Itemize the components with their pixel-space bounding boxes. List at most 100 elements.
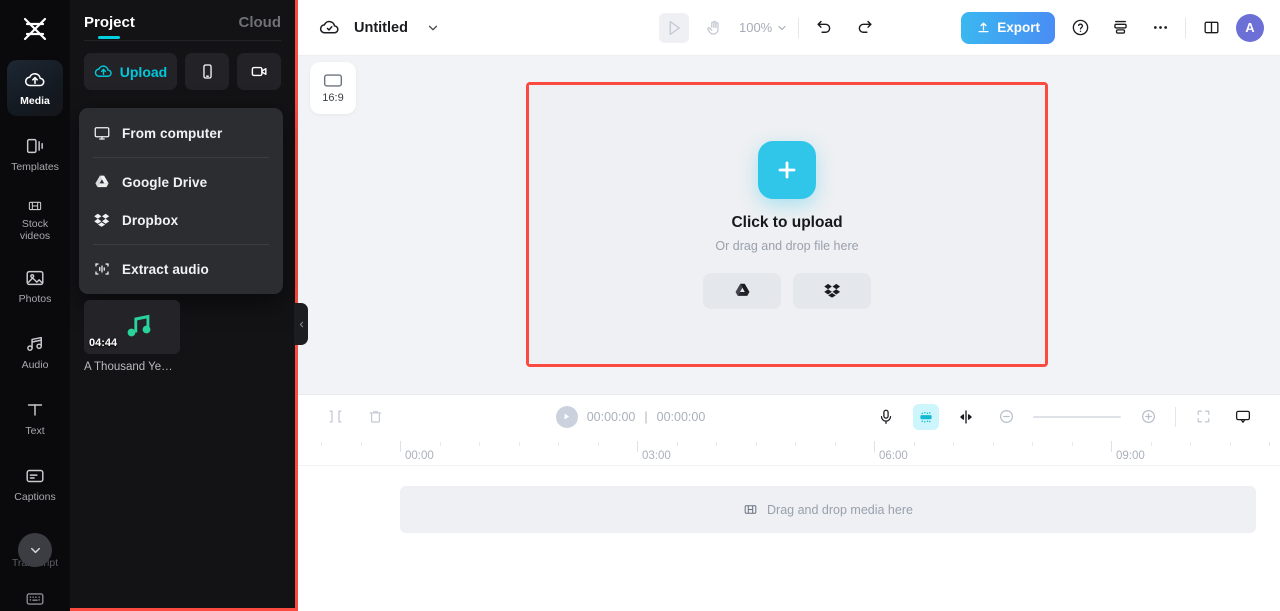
ruler-tick [677, 442, 678, 446]
plus-circle-icon [1141, 410, 1155, 423]
dropdown-divider [93, 244, 269, 245]
zoom-in-button[interactable] [1135, 404, 1161, 430]
ellipsis-icon [1153, 26, 1167, 29]
upload-title: Click to upload [731, 213, 843, 231]
sidebar-item-label: Media [20, 94, 50, 107]
media-drop-track[interactable]: Drag and drop media here [400, 486, 1256, 533]
upload-dropzone[interactable]: Click to upload Or drag and drop file he… [529, 85, 1045, 364]
upload-button-label: Upload [119, 63, 168, 80]
timeline-ruler[interactable]: 00:00 03:00 06:00 09:00 [298, 438, 1280, 466]
dropbox-icon [823, 283, 840, 298]
add-media-button[interactable] [758, 140, 816, 199]
sidebar-item-audio[interactable]: Audio [7, 324, 63, 380]
timeline-toolbar: 00:00:00 | 00:00:00 [298, 395, 1280, 438]
cloud-check-icon [319, 20, 338, 34]
media-panel: Project Cloud Upload From computer Googl… [70, 0, 298, 611]
ruler-tick [756, 442, 757, 446]
ruler-tick [1072, 442, 1073, 446]
upload-actions-row: Upload [70, 41, 295, 90]
sidebar-item-templates[interactable]: Templates [7, 126, 63, 182]
avatar[interactable]: A [1236, 13, 1264, 42]
select-tool-button[interactable] [658, 12, 689, 43]
ruler-tick [1269, 442, 1270, 446]
tab-project[interactable]: Project [84, 14, 135, 40]
record-voiceover-button[interactable] [873, 404, 899, 430]
captions-icon [26, 469, 44, 483]
panel-collapse-handle[interactable] [294, 303, 308, 345]
trash-icon [369, 411, 381, 423]
aspect-ratio-button[interactable]: 16:9 [310, 62, 356, 114]
play-button[interactable] [555, 405, 578, 428]
ruler-tick [361, 442, 362, 446]
current-time: 00:00:00 [586, 409, 636, 424]
sidebar-item-captions[interactable]: Captions [7, 456, 63, 512]
upload-subtitle: Or drag and drop file here [715, 238, 859, 253]
google-drive-button[interactable] [703, 272, 781, 309]
media-thumbnail[interactable]: 04:44 [84, 300, 180, 354]
page-title: Untitled [354, 19, 408, 36]
drop-track-label: Drag and drop media here [767, 502, 913, 517]
zoom-level-label: 100% [738, 20, 773, 35]
split-clip-icon [329, 410, 341, 423]
capcut-editor: Media Templates Stock videos Photos Audi… [0, 0, 1280, 611]
tab-cloud[interactable]: Cloud [239, 14, 282, 40]
dropbox-icon [94, 213, 110, 227]
sidebar-item-label: Photos [18, 292, 52, 305]
chevron-left-icon [299, 321, 303, 327]
microphone-icon [880, 409, 892, 424]
sidebar-item-text[interactable]: Text [7, 390, 63, 446]
more-options-button[interactable] [1145, 13, 1175, 43]
zoom-level-control[interactable]: 100% [739, 20, 788, 35]
dropdown-item-extract-audio[interactable]: Extract audio [79, 250, 283, 288]
keyboard-icon [26, 593, 44, 605]
chevron-down-icon [30, 547, 40, 553]
delete-button[interactable] [362, 404, 388, 430]
ruler-tick [1190, 442, 1191, 446]
upload-button[interactable]: Upload [84, 53, 177, 90]
ruler-tick [519, 442, 520, 446]
tab-label: Project [84, 14, 135, 31]
redo-button[interactable] [849, 13, 879, 43]
layers-button[interactable] [1105, 13, 1135, 43]
undo-button[interactable] [809, 13, 839, 43]
capcut-logo-icon[interactable] [15, 16, 55, 42]
fit-to-screen-button[interactable] [1190, 404, 1216, 430]
project-menu-button[interactable] [418, 13, 448, 43]
cloud-status-button[interactable] [314, 13, 344, 43]
record-video-button[interactable] [237, 53, 281, 90]
dropdown-item-dropbox[interactable]: Dropbox [79, 201, 283, 239]
sidebar-item-photos[interactable]: Photos [7, 258, 63, 314]
panel-split-icon [1203, 21, 1219, 34]
ruler-tick [558, 442, 559, 446]
ruler-tick [321, 442, 322, 446]
keyboard-shortcuts-button[interactable] [24, 588, 46, 611]
aspect-ratio-icon [323, 73, 343, 87]
tab-underline [98, 36, 121, 39]
display-settings-button[interactable] [1230, 404, 1256, 430]
expand-more-nav-button[interactable] [18, 533, 52, 567]
split-clip-button[interactable] [322, 404, 348, 430]
ruler-label: 00:00 [405, 450, 434, 462]
help-button[interactable] [1065, 13, 1095, 43]
dropdown-item-from-computer[interactable]: From computer [79, 114, 283, 152]
cloud-upload-icon [24, 72, 45, 87]
tab-label: Cloud [238, 14, 282, 31]
timeline: 00:00:00 | 00:00:00 00:00 03:00 06:00 09… [298, 394, 1280, 611]
split-view-button[interactable] [1196, 13, 1226, 43]
dropbox-button[interactable] [793, 272, 871, 309]
export-button[interactable]: Export [961, 11, 1055, 44]
sidebar-item-media[interactable]: Media [7, 60, 63, 116]
hand-tool-button[interactable] [699, 13, 729, 43]
timeline-zoom-slider[interactable] [1033, 415, 1121, 418]
zoom-out-button[interactable] [993, 404, 1019, 430]
sidebar-item-stock-videos[interactable]: Stock videos [7, 192, 63, 248]
split-screen-button[interactable] [953, 404, 979, 430]
ai-tools-button[interactable] [913, 403, 939, 430]
playback-controls: 00:00:00 | 00:00:00 [402, 405, 859, 428]
total-time: 00:00:00 [656, 409, 706, 424]
upload-from-phone-button[interactable] [185, 53, 229, 90]
ruler-tick [795, 442, 796, 446]
media-item[interactable]: 04:44 A Thousand Ye… [84, 300, 180, 373]
dropdown-item-google-drive[interactable]: Google Drive [79, 163, 283, 201]
google-drive-icon [735, 283, 749, 296]
